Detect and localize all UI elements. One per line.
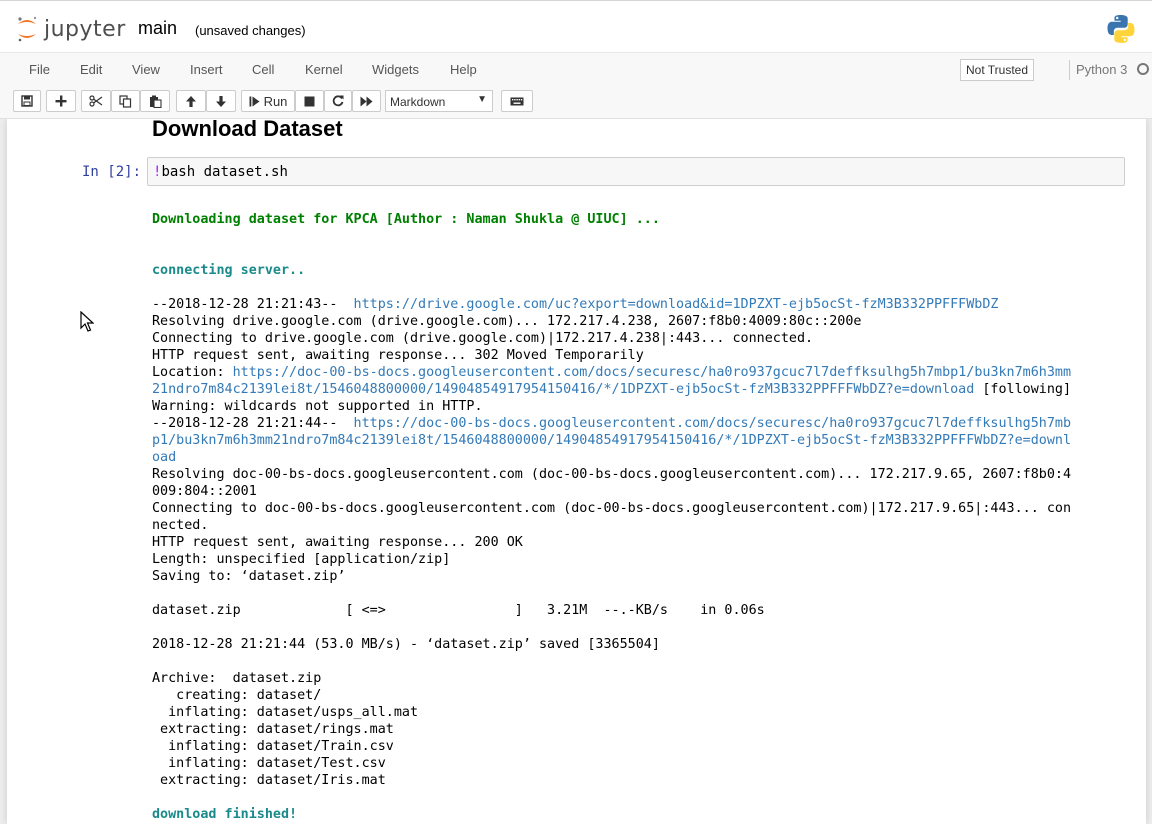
save-status: (unsaved changes) xyxy=(195,23,306,38)
keyboard-icon xyxy=(510,97,524,105)
markdown-heading[interactable]: Download Dataset xyxy=(152,119,343,142)
output-line: 21ndro7m84c2139lei8t/1546048800000/14904… xyxy=(152,382,1072,397)
move-up-button[interactable] xyxy=(176,90,206,112)
output-link[interactable]: p1/bu3kn7m6h3mm21ndro7m84c2139lei8t/1546… xyxy=(152,433,1071,448)
notebook-page: Download Dataset In [2]: !bash dataset.s… xyxy=(7,119,1146,824)
copy-icon xyxy=(119,94,132,108)
menu-view[interactable]: View xyxy=(132,62,160,77)
menu-kernel[interactable]: Kernel xyxy=(305,62,343,77)
output-link[interactable]: https://doc-00-bs-docs.googleusercontent… xyxy=(233,365,1071,380)
output-line: Resolving doc-00-bs-docs.googleuserconte… xyxy=(152,467,1072,482)
insert-cell-button[interactable] xyxy=(46,90,76,112)
save-button[interactable] xyxy=(13,90,41,112)
output-line: Warning: wildcards not supported in HTTP… xyxy=(152,399,483,414)
kernel-name[interactable]: Python 3 xyxy=(1076,62,1127,77)
command-palette-button[interactable] xyxy=(501,90,533,112)
output-line: --2018-12-28 21:21:44-- https://doc-00-b… xyxy=(152,416,1072,431)
output-line: Location: https://doc-00-bs-docs.googleu… xyxy=(152,365,1072,380)
cut-button[interactable] xyxy=(81,90,111,112)
cell-type-select[interactable]: Markdown ▼ xyxy=(385,90,493,112)
restart-button[interactable] xyxy=(324,90,352,112)
output-progress-line: dataset.zip [ <=> ] 3.21M --.-KB/s in 0.… xyxy=(152,603,765,618)
cell-type-value: Markdown xyxy=(390,95,446,109)
caret-down-icon: ▼ xyxy=(477,94,487,105)
output-line: inflating: dataset/usps_all.mat xyxy=(152,705,419,720)
output-line: extracting: dataset/Iris.mat xyxy=(152,773,386,788)
output-line: creating: dataset/ xyxy=(152,688,322,703)
output-connecting: connecting server.. xyxy=(152,263,306,278)
output-line: Resolving drive.google.com (drive.google… xyxy=(152,314,862,329)
menu-cell[interactable]: Cell xyxy=(252,62,274,77)
output-line: --2018-12-28 21:21:43-- https://drive.go… xyxy=(152,297,999,312)
run-button[interactable]: Run xyxy=(241,90,295,112)
kernel-idle-indicator-icon xyxy=(1137,63,1149,75)
code-cell-input[interactable]: !bash dataset.sh xyxy=(147,157,1125,186)
output-link[interactable]: 21ndro7m84c2139lei8t/1546048800000/14904… xyxy=(152,382,974,397)
output-line: p1/bu3kn7m6h3mm21ndro7m84c2139lei8t/1546… xyxy=(152,432,1122,449)
run-label: Run xyxy=(263,93,288,109)
paste-icon xyxy=(149,95,162,108)
menubar: File Edit View Insert Cell Kernel Widget… xyxy=(0,52,1152,87)
restart-run-all-button[interactable] xyxy=(352,90,381,112)
arrow-up-icon xyxy=(186,95,196,107)
paste-button[interactable] xyxy=(140,90,170,112)
mouse-pointer-icon xyxy=(80,311,94,332)
jupyter-wordmark: jupyter xyxy=(44,16,126,42)
menu-insert[interactable]: Insert xyxy=(190,62,223,77)
stop-icon xyxy=(304,96,315,106)
notebook-header: jupyter main (unsaved changes) xyxy=(0,0,1152,53)
output-link[interactable]: oad xyxy=(152,450,176,465)
output-line: Archive: dataset.zip xyxy=(152,671,322,686)
output-finished: download finished! xyxy=(152,807,298,822)
cut-icon xyxy=(89,95,103,107)
menu-help[interactable]: Help xyxy=(450,62,477,77)
code-text: !bash dataset.sh xyxy=(153,164,288,180)
output-line: Length: unspecified [application/zip] xyxy=(152,552,451,567)
output-line: oad xyxy=(152,449,1122,466)
menu-edit[interactable]: Edit xyxy=(80,62,102,77)
move-down-button[interactable] xyxy=(206,90,236,112)
jupyter-logo[interactable]: jupyter xyxy=(16,13,126,45)
not-trusted-button[interactable]: Not Trusted xyxy=(960,59,1035,81)
kernel-separator xyxy=(1069,60,1070,80)
output-line: HTTP request sent, awaiting response... … xyxy=(152,348,644,363)
menu-widgets[interactable]: Widgets xyxy=(372,62,419,77)
output-downloading: Downloading dataset for KPCA [Author : N… xyxy=(152,212,660,227)
input-prompt: In [2]: xyxy=(82,164,142,180)
output-line: extracting: dataset/rings.mat xyxy=(152,722,394,737)
notebook-name[interactable]: main xyxy=(138,18,177,39)
code-command: bash dataset.sh xyxy=(161,164,288,180)
output-line: HTTP request sent, awaiting response... … xyxy=(152,535,523,550)
notebook-area[interactable]: Download Dataset In [2]: !bash dataset.s… xyxy=(0,119,1152,824)
restart-icon xyxy=(332,95,344,107)
save-icon xyxy=(21,95,33,107)
jupyter-logo-icon xyxy=(18,16,37,42)
output-line: 009:804::2001 xyxy=(152,484,257,499)
python-logo-icon xyxy=(1107,15,1135,43)
copy-button[interactable] xyxy=(111,90,140,112)
output-line: Connecting to drive.google.com (drive.go… xyxy=(152,331,814,346)
cell-output: Downloading dataset for KPCA [Author : N… xyxy=(152,211,1122,823)
fast-forward-icon xyxy=(360,96,373,106)
output-line: nected. xyxy=(152,518,209,533)
arrow-down-icon xyxy=(216,95,226,107)
output-link[interactable]: https://doc-00-bs-docs.googleusercontent… xyxy=(354,416,1072,431)
plus-icon xyxy=(55,95,67,107)
toolbar: Run Markdown ▼ xyxy=(0,86,1152,119)
output-line: 2018-12-28 21:21:44 (53.0 MB/s) - ‘datas… xyxy=(152,637,660,652)
menu-file[interactable]: File xyxy=(29,62,50,77)
output-line: Saving to: ‘dataset.zip’ xyxy=(152,569,346,584)
step-forward-icon xyxy=(249,96,260,106)
output-link[interactable]: https://drive.google.com/uc?export=downl… xyxy=(354,297,999,312)
output-line: Connecting to doc-00-bs-docs.googleuserc… xyxy=(152,501,1072,516)
interrupt-button[interactable] xyxy=(295,90,324,112)
output-line: inflating: dataset/Train.csv xyxy=(152,739,394,754)
output-line: inflating: dataset/Test.csv xyxy=(152,756,386,771)
